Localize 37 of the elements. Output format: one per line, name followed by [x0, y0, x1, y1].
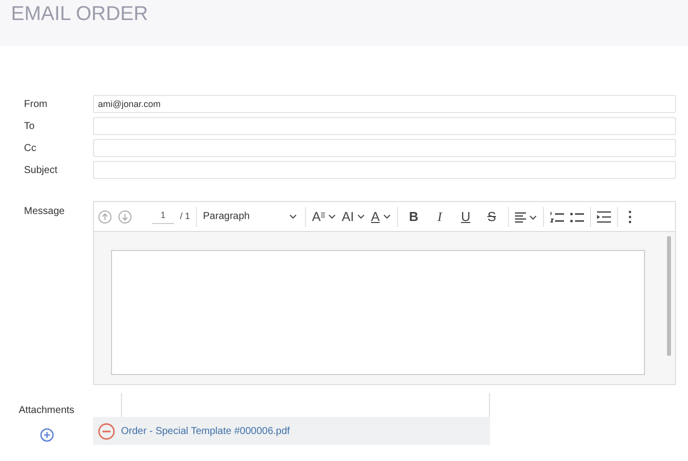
field-label: From: [24, 98, 48, 112]
attachment-link[interactable]: Order - Special Template #000006.pdf: [121, 424, 290, 438]
font-size-button[interactable]: A: [312, 206, 336, 226]
numbered-list-icon[interactable]: [550, 210, 564, 224]
bold-button[interactable]: B: [404, 206, 424, 226]
field-label: Subject: [24, 164, 58, 178]
field-label: To: [24, 120, 36, 134]
input-field[interactable]: [93, 161, 676, 179]
chevron-icon: [289, 214, 298, 219]
scrollbar[interactable]: [667, 236, 671, 356]
page-title: EMAIL ORDER: [11, 2, 148, 26]
chevron-icon: [382, 214, 391, 219]
remove-icon[interactable]: [98, 422, 115, 440]
more-icon[interactable]: [628, 210, 632, 224]
italic-button[interactable]: I: [430, 206, 450, 226]
align-icon[interactable]: [514, 210, 537, 224]
page-count: / 1: [180, 210, 190, 223]
lines-icon: [320, 212, 325, 218]
text-color-button[interactable]: A: [370, 206, 391, 226]
underline-button[interactable]: U: [456, 206, 476, 226]
paragraph-dropdown[interactable]: Paragraph: [203, 209, 300, 224]
message-label: Message: [24, 205, 66, 219]
arrow-up-icon[interactable]: [98, 210, 112, 224]
input-field[interactable]: ami@jonar.com: [93, 95, 676, 113]
input-field[interactable]: [93, 139, 676, 157]
font-case-button[interactable]: AI: [342, 206, 365, 226]
indent-icon[interactable]: [596, 210, 611, 224]
attachments-label: Attachments: [18, 404, 74, 418]
field-label: Cc: [24, 142, 38, 156]
input-field[interactable]: [93, 117, 676, 135]
chevron-icon: [328, 214, 336, 219]
strikethrough-button[interactable]: S: [482, 206, 502, 226]
page-number-field[interactable]: 1: [152, 209, 174, 224]
arrow-down-icon[interactable]: [118, 210, 132, 224]
chevron-icon: [356, 214, 365, 219]
bullet-list-icon[interactable]: [570, 210, 584, 224]
add-icon[interactable]: [40, 428, 54, 442]
